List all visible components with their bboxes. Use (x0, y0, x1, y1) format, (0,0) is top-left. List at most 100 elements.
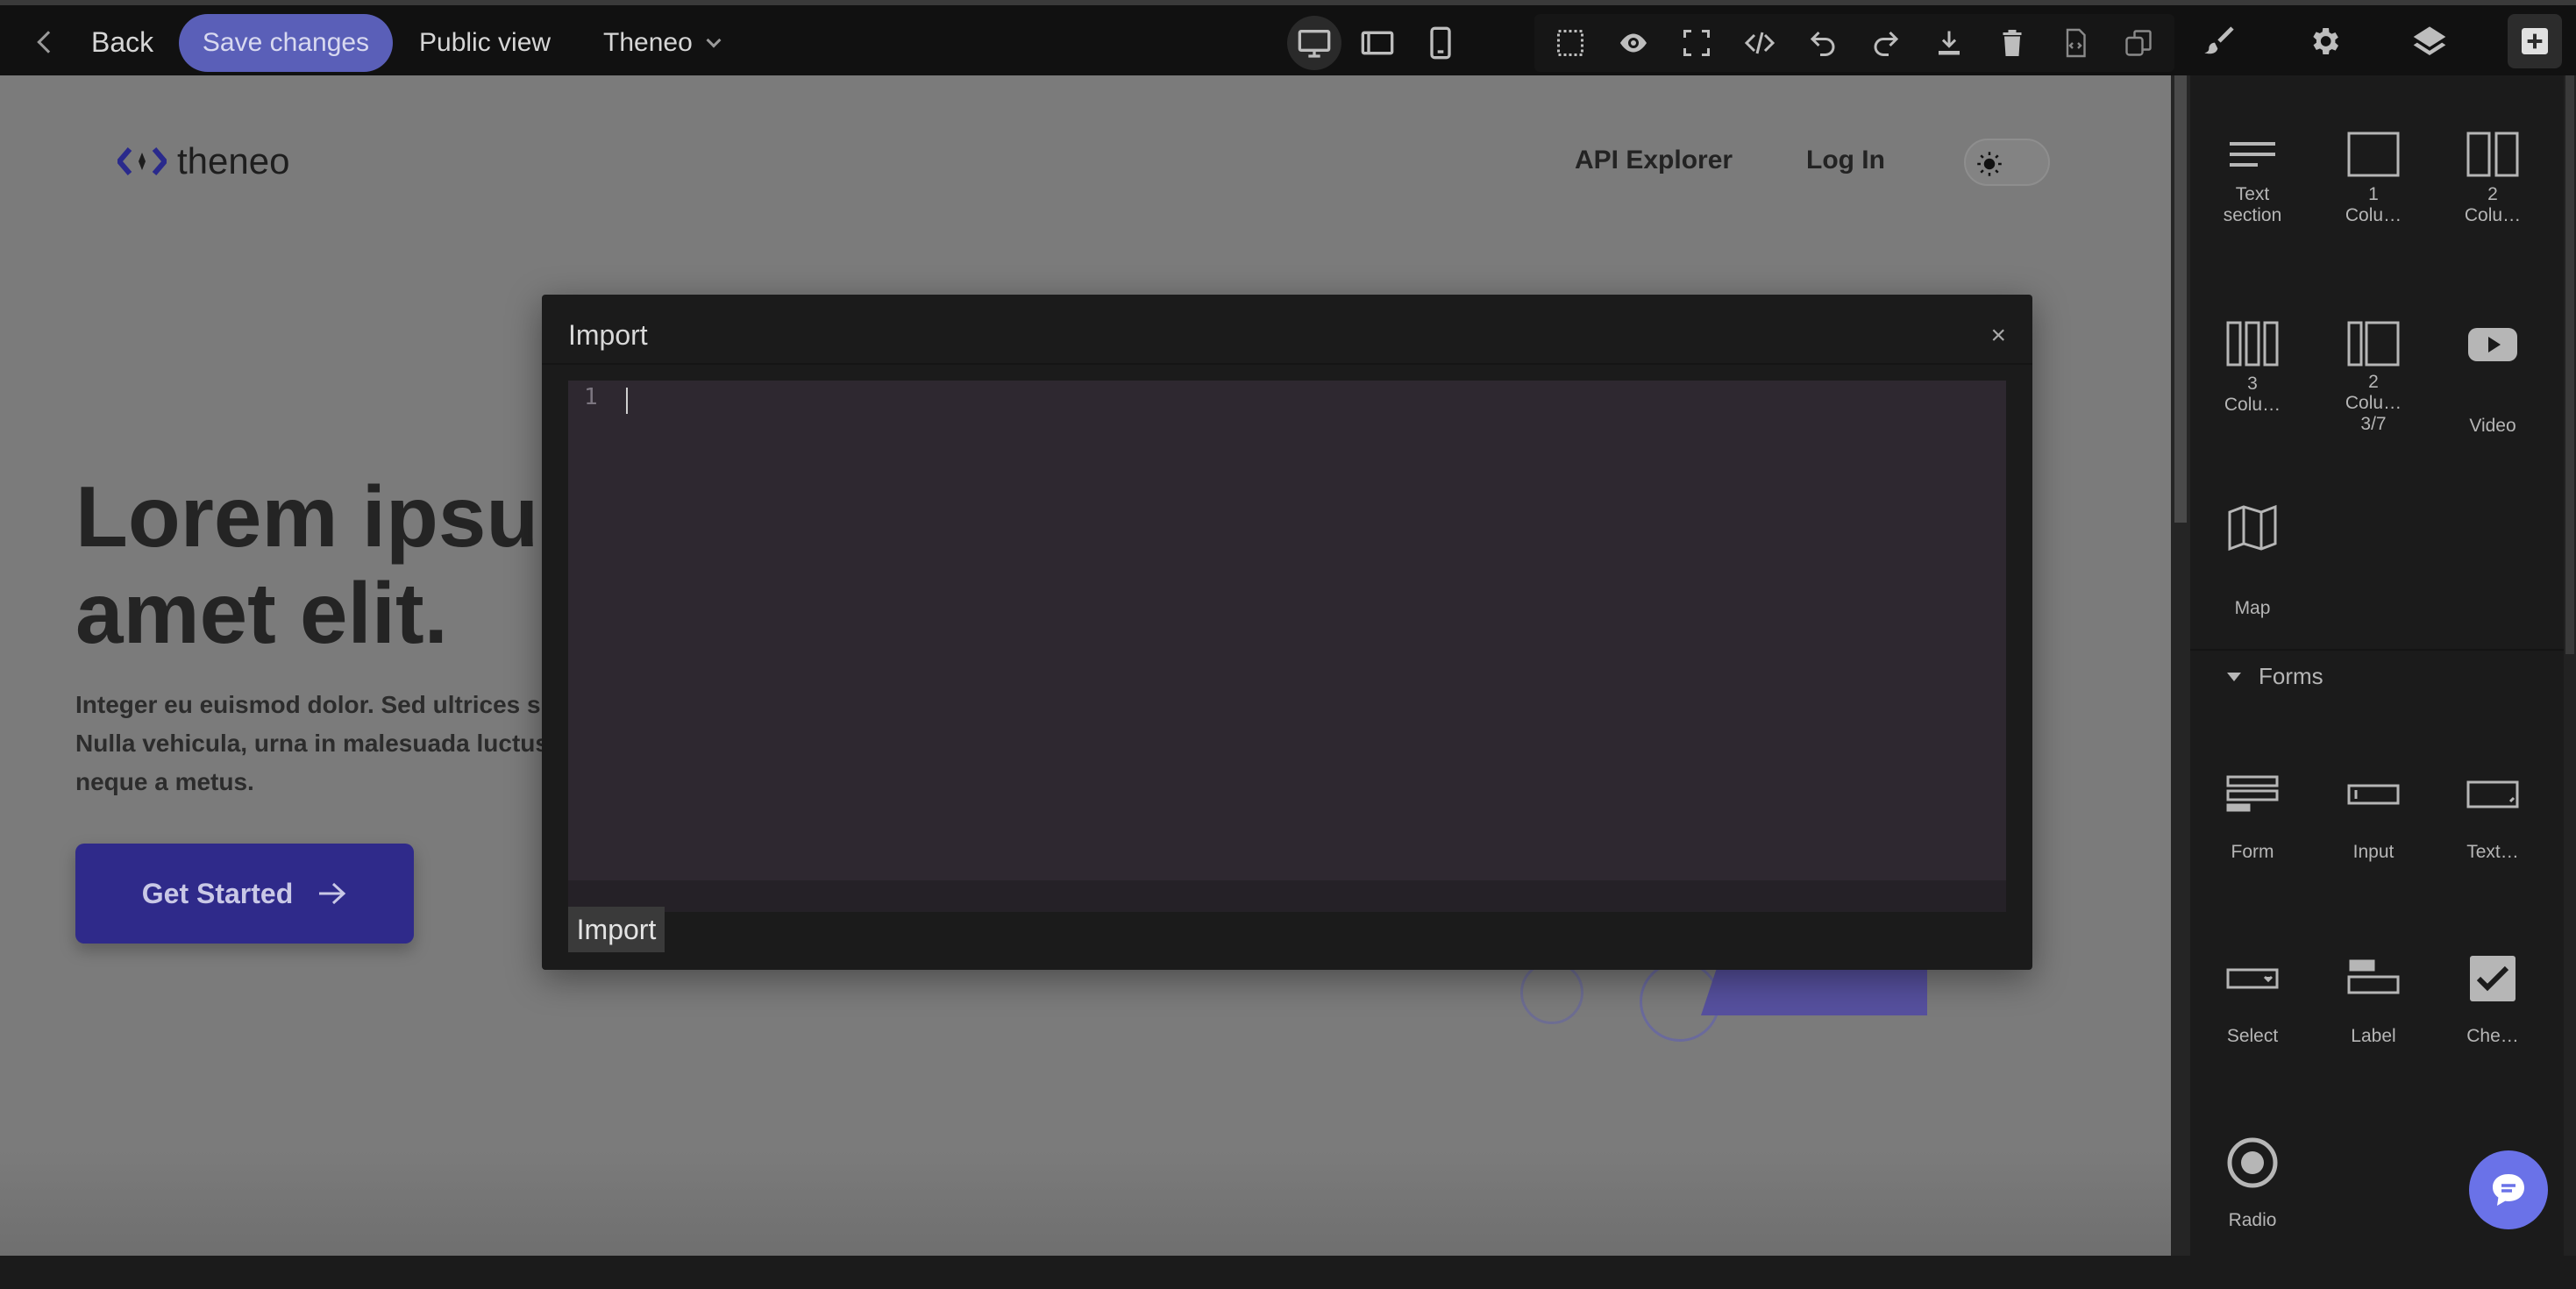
line-number: 1 (584, 384, 598, 410)
import-button[interactable]: Import (568, 907, 665, 952)
code-view-button[interactable] (1733, 16, 1787, 70)
chat-support-button[interactable] (2469, 1150, 2548, 1229)
block-textarea[interactable]: Text… (2434, 737, 2551, 921)
back-button[interactable]: Back (35, 21, 153, 63)
dashed-select-icon (1557, 30, 1583, 56)
save-changes-button[interactable]: Save changes (179, 14, 393, 72)
layer-manager-button[interactable] (2402, 14, 2457, 68)
download-icon (1939, 31, 1960, 55)
block-label: Label (2351, 1026, 2396, 1046)
block-label: Che… (2466, 1026, 2519, 1046)
hero-body: Integer eu euismod dolor. Sed ultrices s… (75, 686, 566, 801)
project-label: Theneo (603, 28, 693, 57)
theme-toggle[interactable] (1964, 139, 2050, 186)
import-code-button[interactable] (2048, 16, 2103, 70)
editor-scroll-area (568, 880, 2006, 912)
redo-button[interactable] (1859, 16, 1913, 70)
chat-bubble-icon (2493, 1174, 2524, 1206)
import-modal: Import × 1 Import (542, 295, 2032, 970)
block-label: Map (2234, 598, 2271, 618)
copy-icon (2125, 30, 2152, 56)
two-column-37-icon (2347, 321, 2400, 367)
block-2-column[interactable]: 2 Colu… (2434, 96, 2551, 281)
map-icon (2228, 504, 2277, 552)
forms-header-label: Forms (2259, 663, 2323, 689)
block-form[interactable]: Form (2194, 737, 2311, 921)
block-label: Select (2226, 1026, 2279, 1046)
delete-button[interactable] (1985, 16, 2039, 70)
panel-scrollbar-thumb[interactable] (2565, 75, 2574, 654)
block-3-column[interactable]: 3 Colu… (2194, 286, 2311, 470)
fullscreen-button[interactable] (1669, 16, 1724, 70)
mobile-view-button[interactable] (1413, 16, 1468, 70)
block-radio[interactable]: Radio (2194, 1105, 2311, 1289)
text-section-icon (2230, 142, 2275, 167)
fullscreen-icon (1683, 30, 1710, 56)
hero-body-line3: neque a metus. (75, 768, 254, 795)
nav-api-explorer[interactable]: API Explorer (1575, 146, 1733, 175)
three-column-icon (2226, 321, 2279, 367)
editor-gutter: 1 (568, 381, 608, 880)
block-label: Text… (2466, 842, 2519, 862)
download-button[interactable] (1922, 16, 1976, 70)
block-label: 2 Colu… 3/7 (2345, 372, 2402, 434)
label-icon (2347, 959, 2400, 994)
import-code-editor[interactable]: 1 (568, 381, 2006, 880)
tablet-view-button[interactable] (1350, 16, 1405, 70)
block-2-column-3-7[interactable]: 2 Colu… 3/7 (2315, 286, 2432, 470)
canvas-scrollbar[interactable] (2171, 75, 2190, 1256)
gear-icon (2313, 28, 2338, 54)
panel-scrollbar[interactable] (2564, 75, 2576, 1256)
close-icon[interactable]: × (1990, 321, 2006, 351)
desktop-view-button[interactable] (1287, 16, 1341, 70)
two-column-icon (2466, 132, 2519, 177)
clone-button[interactable] (2111, 16, 2166, 70)
panel-divider (2190, 649, 2564, 651)
block-1-column[interactable]: 1 Colu… (2315, 96, 2432, 281)
settings-button[interactable] (2297, 14, 2352, 68)
block-select[interactable]: Select (2194, 921, 2311, 1105)
nav-log-in[interactable]: Log In (1806, 146, 1885, 175)
preview-button[interactable] (1606, 16, 1661, 70)
style-manager-button[interactable] (2192, 14, 2246, 68)
decorative-circle (1520, 961, 1583, 1024)
get-started-label: Get Started (141, 877, 294, 909)
block-label: Input (2352, 842, 2395, 862)
block-input[interactable]: Input (2315, 737, 2432, 921)
mobile-icon (1430, 26, 1451, 60)
block-label: Radio (2228, 1210, 2277, 1230)
theneo-logo-icon (117, 147, 167, 175)
video-icon (2468, 328, 2517, 361)
undo-button[interactable] (1796, 16, 1850, 70)
add-blocks-button[interactable] (2508, 14, 2562, 68)
sun-icon (1977, 152, 2002, 176)
desktop-icon (1298, 30, 1331, 58)
site-logo[interactable]: theneo (117, 140, 289, 182)
tablet-landscape-icon (1361, 31, 1394, 55)
text-caret (626, 388, 628, 414)
code-icon (1744, 32, 1775, 54)
forms-category-header[interactable]: Forms (2227, 663, 2323, 690)
textarea-icon (2466, 780, 2519, 808)
select-icon (2226, 968, 2279, 989)
block-video[interactable]: Video (2434, 286, 2551, 470)
block-map[interactable]: Map (2194, 470, 2311, 654)
paintbrush-icon (2204, 26, 2234, 54)
project-dropdown[interactable]: Theneo (603, 21, 722, 65)
file-code-icon (2066, 28, 2086, 58)
canvas-fade (0, 1150, 2171, 1256)
public-view-button[interactable]: Public view (419, 21, 551, 65)
layers-icon (2413, 26, 2446, 55)
form-icon (2226, 775, 2279, 812)
block-checkbox[interactable]: Che… (2434, 921, 2551, 1105)
select-outline-button[interactable] (1543, 16, 1598, 70)
canvas-scrollbar-thumb[interactable] (2174, 75, 2187, 523)
hero-body-line2: Nulla vehicula, urna in malesuada luctus (75, 730, 549, 757)
editor-tools (1534, 14, 2174, 72)
checkbox-icon (2470, 956, 2516, 1001)
get-started-button[interactable]: Get Started (75, 844, 414, 944)
caret-down-icon (2227, 672, 2241, 681)
block-label[interactable]: Label (2315, 921, 2432, 1105)
block-text-section[interactable]: Text section (2194, 96, 2311, 281)
radio-icon (2227, 1137, 2278, 1188)
